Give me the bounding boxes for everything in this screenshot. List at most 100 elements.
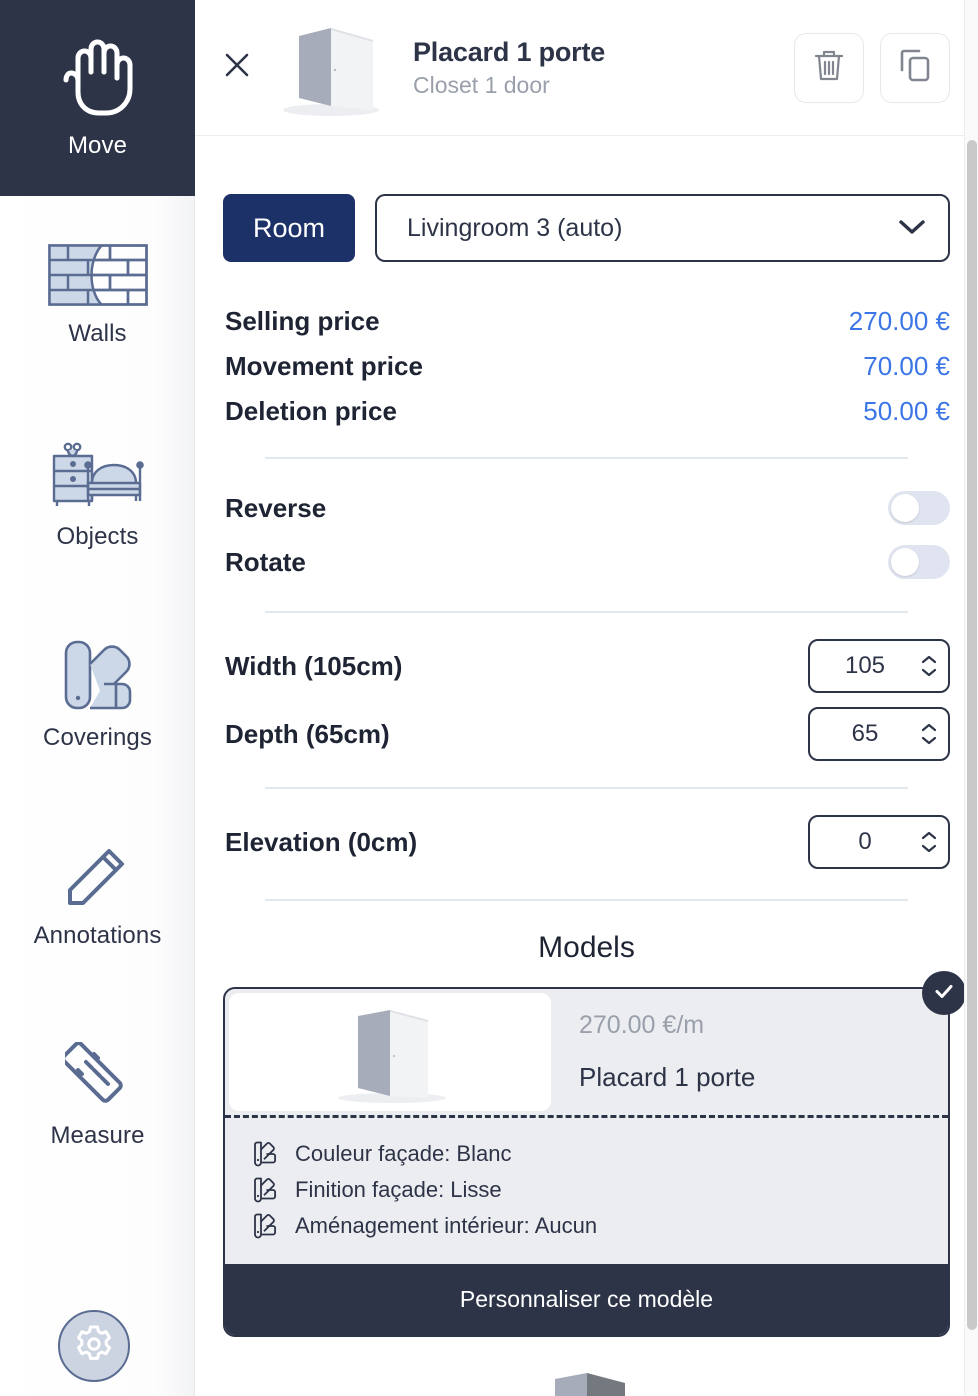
depth-spin-buttons[interactable] xyxy=(920,722,938,746)
pencil-icon xyxy=(65,842,131,908)
price-value: 50.00 € xyxy=(863,396,950,426)
price-label: Movement price xyxy=(225,351,423,381)
divider xyxy=(265,457,908,459)
sidebar-item-label: Move xyxy=(67,132,128,159)
elevation-stepper[interactable]: 0 xyxy=(808,815,950,869)
model-card-top: 270.00 €/m Placard 1 porte xyxy=(225,989,948,1115)
elevation-input[interactable]: 0 xyxy=(810,828,920,856)
sidebar-item-move[interactable]: Move xyxy=(0,0,195,196)
sidebar-item-label: Coverings xyxy=(43,724,152,751)
model-options-list: Couleur façade: Blanc Finition façade: L… xyxy=(225,1118,948,1264)
detail-panel: Placard 1 porte Closet 1 door Room Livin… xyxy=(195,0,978,1396)
scrollbar-track[interactable] xyxy=(964,0,978,1396)
sidebar-item-walls[interactable]: Walls xyxy=(0,196,195,396)
panel-body: Room Livingroom 3 (auto) Selling price 2… xyxy=(195,194,978,1396)
price-value: 270.00 € xyxy=(848,306,950,336)
trash-icon xyxy=(813,48,845,87)
dim-label: Width (105cm) xyxy=(225,650,403,681)
width-spin-buttons[interactable] xyxy=(920,654,938,678)
toggle-label: Rotate xyxy=(225,546,306,577)
depth-input[interactable]: 65 xyxy=(810,720,920,748)
model-name: Placard 1 porte xyxy=(579,1062,756,1092)
page-subtitle: Closet 1 door xyxy=(413,71,550,98)
toggle-knob xyxy=(891,548,919,576)
toggle-label: Reverse xyxy=(225,492,327,523)
model-option-row[interactable]: Couleur façade: Blanc xyxy=(253,1136,948,1172)
left-sidebar: Move Walls Objects Coverings Annotations… xyxy=(0,0,195,1396)
swatch-icon xyxy=(253,1177,283,1203)
scrollbar-thumb[interactable] xyxy=(967,140,977,1330)
panel-header: Placard 1 porte Closet 1 door xyxy=(195,0,978,136)
toggle-row-rotate: Rotate xyxy=(223,535,950,589)
sidebar-item-measure[interactable]: Measure xyxy=(0,996,195,1196)
settings-button[interactable] xyxy=(58,1310,130,1382)
bed-nightstand-icon xyxy=(46,441,150,509)
elevation-label: Elevation (0cm) xyxy=(225,826,418,857)
customize-model-button[interactable]: Personnaliser ce modèle xyxy=(225,1264,948,1335)
sidebar-item-label: Annotations xyxy=(33,922,162,949)
closet-thumbnail xyxy=(265,16,393,120)
sidebar-item-label: Objects xyxy=(56,523,139,550)
model-option-text: Aménagement intérieur: Aucun xyxy=(295,1213,598,1238)
sidebar-item-objects[interactable]: Objects xyxy=(0,396,195,596)
room-button[interactable]: Room xyxy=(223,194,356,262)
app-root: Move Walls Objects Coverings Annotations… xyxy=(0,0,978,1396)
copy-icon xyxy=(899,48,931,87)
dim-row-width: Width (105cm) 105 xyxy=(223,635,950,697)
reverse-toggle[interactable] xyxy=(888,491,950,525)
hand-icon xyxy=(60,36,136,118)
room-select-value: Livingroom 3 (auto) xyxy=(407,213,623,242)
model-option-text: Couleur façade: Blanc xyxy=(295,1141,512,1166)
dim-row-elevation: Elevation (0cm) 0 xyxy=(223,811,950,873)
price-list: Selling price 270.00 € Movement price 70… xyxy=(223,300,950,435)
toggle-knob xyxy=(891,494,919,522)
elevation-spin-buttons[interactable] xyxy=(920,830,938,854)
room-row: Room Livingroom 3 (auto) xyxy=(223,194,950,262)
next-model-card-peek[interactable] xyxy=(223,1371,950,1396)
duplicate-button[interactable] xyxy=(880,32,950,103)
sidebar-item-label: Measure xyxy=(50,1122,145,1149)
price-row-movement: Movement price 70.00 € xyxy=(223,345,950,390)
divider xyxy=(265,611,908,613)
width-stepper[interactable]: 105 xyxy=(808,639,950,693)
sidebar-item-label: Walls xyxy=(68,320,127,347)
depth-stepper[interactable]: 65 xyxy=(808,707,950,761)
price-label: Deletion price xyxy=(225,396,397,426)
swatch-icon xyxy=(253,1141,283,1167)
model-selected-badge xyxy=(922,971,966,1015)
swatch-icon xyxy=(64,640,132,710)
sidebar-item-coverings[interactable]: Coverings xyxy=(0,596,195,796)
models-section-title: Models xyxy=(538,931,635,964)
model-option-text: Finition façade: Lisse xyxy=(295,1177,502,1202)
chevron-down-icon xyxy=(898,214,926,243)
ruler-icon xyxy=(64,1042,131,1108)
model-price: 270.00 €/m xyxy=(579,1011,705,1039)
swatch-icon xyxy=(253,1213,283,1239)
chevron-down-icon xyxy=(921,844,937,853)
delete-button[interactable] xyxy=(794,32,864,103)
page-title: Placard 1 porte xyxy=(413,36,606,67)
brick-wall-icon xyxy=(47,244,148,306)
divider xyxy=(265,899,908,901)
chevron-down-icon xyxy=(921,668,937,677)
gear-icon xyxy=(74,1324,114,1369)
model-thumbnail xyxy=(229,993,551,1111)
chevron-up-icon xyxy=(921,831,937,840)
sidebar-item-annotations[interactable]: Annotations xyxy=(0,796,195,996)
model-card[interactable]: 270.00 €/m Placard 1 porte Couleur façad… xyxy=(223,971,966,1337)
check-icon xyxy=(932,979,956,1008)
rotate-toggle[interactable] xyxy=(888,545,950,579)
model-option-row[interactable]: Aménagement intérieur: Aucun xyxy=(253,1208,948,1244)
divider xyxy=(265,787,908,789)
price-row-selling: Selling price 270.00 € xyxy=(223,300,950,345)
room-select[interactable]: Livingroom 3 (auto) xyxy=(375,194,950,262)
dim-label: Depth (65cm) xyxy=(225,718,390,749)
width-input[interactable]: 105 xyxy=(810,652,920,680)
chevron-down-icon xyxy=(921,736,937,745)
toggle-row-reverse: Reverse xyxy=(223,481,950,535)
chevron-up-icon xyxy=(921,655,937,664)
price-label: Selling price xyxy=(225,306,380,336)
header-text-block: Placard 1 porte Closet 1 door xyxy=(413,37,778,99)
model-option-row[interactable]: Finition façade: Lisse xyxy=(253,1172,948,1208)
close-button[interactable] xyxy=(217,48,257,88)
